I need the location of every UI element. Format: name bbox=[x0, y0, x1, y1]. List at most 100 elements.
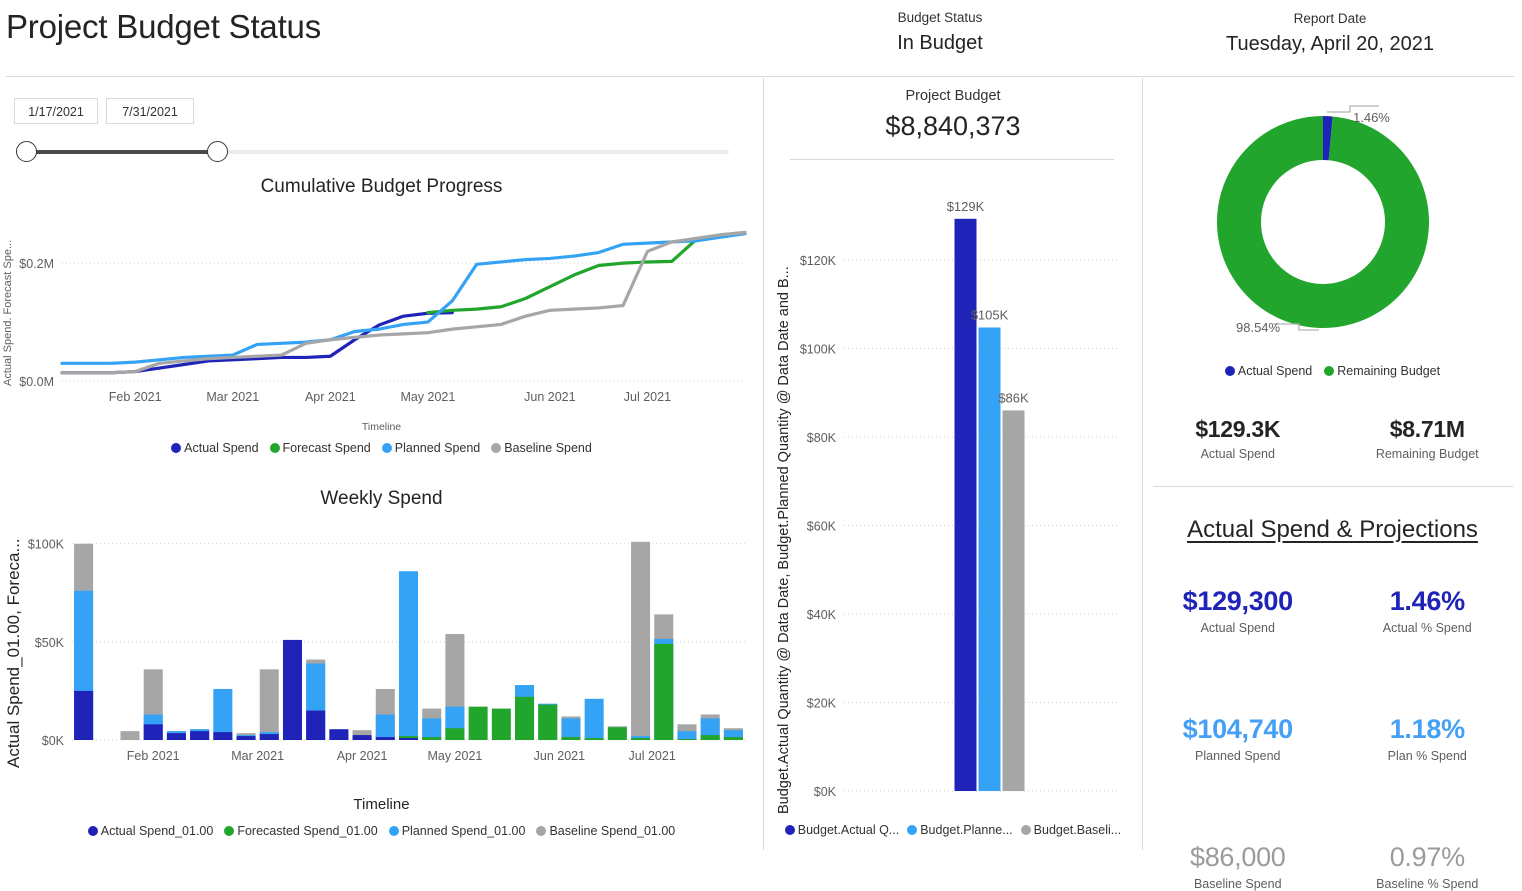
legend-item[interactable]: Planned Spend_01.00 bbox=[389, 824, 526, 838]
legend-swatch-icon bbox=[88, 826, 98, 836]
kpi-actual-spend-summary: $129.3K Actual Spend bbox=[1143, 416, 1333, 461]
kpi-actual-pct-spend: 1.46% Actual % Spend bbox=[1333, 586, 1522, 635]
legend-label: Actual Spend_01.00 bbox=[101, 824, 214, 838]
legend-label: Baseline Spend_01.00 bbox=[549, 824, 675, 838]
donut-label-actual-pct: 1.46% bbox=[1353, 110, 1390, 125]
kpi-remaining-budget-summary: $8.71M Remaining Budget bbox=[1333, 416, 1522, 461]
right-column: 1.46% 98.54% Actual Spend Remaining Budge… bbox=[1143, 78, 1522, 850]
donut-chart-legend[interactable]: Actual Spend Remaining Budget bbox=[1143, 364, 1522, 378]
legend-label: Budget.Planne... bbox=[920, 823, 1012, 837]
svg-text:$0.2M: $0.2M bbox=[19, 257, 54, 271]
svg-text:Jul 2021: Jul 2021 bbox=[629, 749, 676, 763]
svg-text:$100K: $100K bbox=[800, 342, 837, 356]
legend-swatch-icon bbox=[491, 443, 501, 453]
kpi-value: 1.18% bbox=[1333, 714, 1522, 745]
cumulative-chart-legend[interactable]: Actual Spend Forecast Spend Planned Spend B… bbox=[0, 441, 763, 455]
report-date-label: Report Date bbox=[1150, 11, 1510, 27]
svg-text:$0K: $0K bbox=[814, 785, 837, 799]
legend-item[interactable]: Budget.Baseli... bbox=[1021, 823, 1122, 837]
slicer-start-date-input[interactable]: 1/17/2021 bbox=[14, 98, 98, 124]
svg-text:Jul 2021: Jul 2021 bbox=[624, 390, 671, 404]
slicer-handle-left[interactable] bbox=[16, 141, 37, 162]
slicer-end-date-input[interactable]: 7/31/2021 bbox=[106, 98, 194, 124]
svg-text:$0K: $0K bbox=[42, 734, 65, 748]
slicer-handle-right[interactable] bbox=[207, 141, 228, 162]
svg-text:$120K: $120K bbox=[800, 254, 837, 268]
svg-text:Apr 2021: Apr 2021 bbox=[337, 749, 388, 763]
legend-label: Actual Spend bbox=[184, 441, 258, 455]
page-title: Project Budget Status bbox=[6, 8, 321, 46]
cumulative-budget-progress-chart[interactable]: Cumulative Budget Progress Actual Spend.… bbox=[0, 176, 763, 461]
header-divider bbox=[6, 76, 1514, 77]
projections-section-title: Actual Spend & Projections bbox=[1143, 516, 1522, 544]
legend-item[interactable]: Actual Spend_01.00 bbox=[88, 824, 214, 838]
kpi-value: 0.97% bbox=[1333, 842, 1522, 873]
kpi-label: Actual % Spend bbox=[1333, 621, 1522, 635]
svg-text:Feb 2021: Feb 2021 bbox=[127, 749, 180, 763]
kpi-value: 1.46% bbox=[1333, 586, 1522, 617]
right-divider bbox=[1153, 486, 1513, 487]
kpi-actual-spend: $129,300 Actual Spend bbox=[1143, 586, 1333, 635]
legend-item[interactable]: Baseline Spend_01.00 bbox=[536, 824, 675, 838]
date-range-slicer[interactable]: 1/17/2021 7/31/2021 bbox=[0, 98, 740, 168]
projection-row-baseline: $86,000 Baseline Spend 0.97% Baseline % … bbox=[1143, 842, 1522, 891]
svg-text:Mar 2021: Mar 2021 bbox=[231, 749, 284, 763]
legend-item[interactable]: Budget.Actual Q... bbox=[785, 823, 899, 837]
kpi-planned-spend: $104,740 Planned Spend bbox=[1143, 714, 1333, 763]
legend-item[interactable]: Budget.Planne... bbox=[907, 823, 1012, 837]
kpi-label: Planned Spend bbox=[1143, 749, 1333, 763]
project-budget-card: Project Budget $8,840,373 bbox=[764, 86, 1142, 145]
legend-item[interactable]: Baseline Spend bbox=[491, 441, 592, 455]
legend-item[interactable]: Forecasted Spend_01.00 bbox=[224, 824, 377, 838]
legend-swatch-icon bbox=[224, 826, 234, 836]
svg-text:$86K: $86K bbox=[998, 390, 1029, 405]
legend-label: Forecasted Spend_01.00 bbox=[237, 824, 377, 838]
middle-column: Project Budget $8,840,373 Budget.Actual … bbox=[764, 78, 1142, 850]
weekly-chart-legend[interactable]: Actual Spend_01.00 Forecasted Spend_01.00… bbox=[0, 824, 763, 838]
kpi-value: $129,300 bbox=[1143, 586, 1333, 617]
budget-status-label: Budget Status bbox=[790, 10, 1090, 26]
report-date-value: Tuesday, April 20, 2021 bbox=[1150, 30, 1510, 58]
weekly-x-axis-title: Timeline bbox=[0, 796, 763, 813]
report-date-card: Report Date Tuesday, April 20, 2021 bbox=[1150, 11, 1510, 58]
legend-item[interactable]: Remaining Budget bbox=[1324, 364, 1440, 378]
budget-donut-chart[interactable] bbox=[1167, 98, 1497, 348]
middle-divider bbox=[790, 159, 1114, 160]
svg-text:$60K: $60K bbox=[807, 519, 837, 533]
summary-kpi-row: $129.3K Actual Spend $8.71M Remaining Bu… bbox=[1143, 416, 1522, 461]
svg-text:Feb 2021: Feb 2021 bbox=[109, 390, 162, 404]
kpi-label: Baseline % Spend bbox=[1333, 877, 1522, 891]
svg-text:May 2021: May 2021 bbox=[400, 390, 455, 404]
svg-text:$50K: $50K bbox=[35, 636, 65, 650]
budget-compare-chart-legend[interactable]: Budget.Actual Q... Budget.Planne... Budget… bbox=[764, 823, 1142, 837]
budget-compare-chart-plot[interactable]: $0K$20K$40K$60K$80K$100K$120K$129K$105K$… bbox=[764, 166, 1142, 816]
svg-text:Mar 2021: Mar 2021 bbox=[206, 390, 259, 404]
legend-swatch-icon bbox=[1225, 366, 1235, 376]
project-budget-value: $8,840,373 bbox=[764, 107, 1142, 145]
legend-item[interactable]: Actual Spend bbox=[171, 441, 258, 455]
svg-text:Apr 2021: Apr 2021 bbox=[305, 390, 356, 404]
legend-label: Forecast Spend bbox=[283, 441, 371, 455]
budget-status-card: Budget Status In Budget bbox=[790, 10, 1090, 57]
budget-status-value: In Budget bbox=[790, 29, 1090, 57]
legend-swatch-icon bbox=[382, 443, 392, 453]
kpi-label: Baseline Spend bbox=[1143, 877, 1333, 891]
legend-item[interactable]: Actual Spend bbox=[1225, 364, 1312, 378]
svg-text:Jun 2021: Jun 2021 bbox=[534, 749, 585, 763]
legend-item[interactable]: Planned Spend bbox=[382, 441, 481, 455]
svg-text:May 2021: May 2021 bbox=[427, 749, 482, 763]
legend-swatch-icon bbox=[171, 443, 181, 453]
kpi-baseline-spend: $86,000 Baseline Spend bbox=[1143, 842, 1333, 891]
kpi-value: $8.71M bbox=[1333, 416, 1522, 443]
legend-label: Remaining Budget bbox=[1337, 364, 1440, 378]
weekly-spend-chart[interactable]: Weekly Spend Actual Spend_01.00, Foreca.… bbox=[0, 488, 763, 850]
kpi-value: $129.3K bbox=[1143, 416, 1333, 443]
legend-label: Actual Spend bbox=[1238, 364, 1312, 378]
donut-label-remaining-pct: 98.54% bbox=[1236, 320, 1280, 335]
svg-text:Jun 2021: Jun 2021 bbox=[524, 390, 575, 404]
legend-swatch-icon bbox=[389, 826, 399, 836]
legend-item[interactable]: Forecast Spend bbox=[270, 441, 371, 455]
projection-row-actual: $129,300 Actual Spend 1.46% Actual % Spe… bbox=[1143, 586, 1522, 635]
left-column: 1/17/2021 7/31/2021 Cumulative Budget Pr… bbox=[0, 78, 763, 850]
legend-swatch-icon bbox=[1324, 366, 1334, 376]
